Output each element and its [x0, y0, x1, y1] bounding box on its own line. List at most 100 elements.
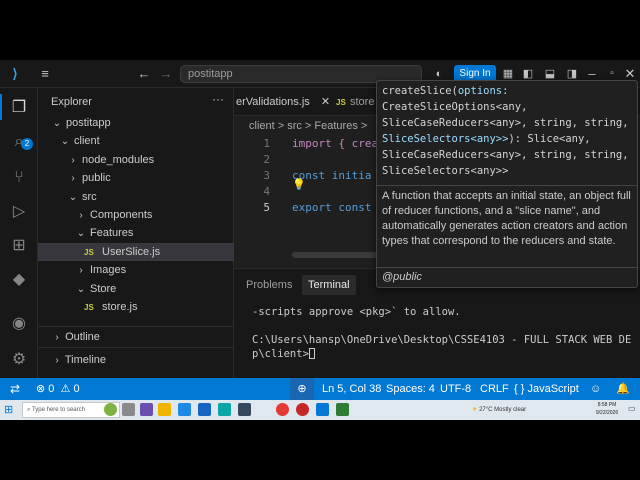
indentation[interactable]: Spaces: 4	[386, 378, 435, 400]
extensions-icon[interactable]: ⊞	[7, 234, 31, 258]
tab-store[interactable]: JS store	[336, 88, 374, 116]
vscode-logo-icon: ⟩	[12, 66, 18, 81]
file-item[interactable]: JS store.js	[38, 298, 234, 316]
weather-widget[interactable]: ☀ 27°C Mostly clear	[472, 402, 526, 418]
taskview-icon[interactable]	[104, 403, 117, 416]
app-icon[interactable]	[218, 403, 231, 416]
terminal-prompt[interactable]: p\client>	[252, 347, 315, 361]
forward-arrow-icon[interactable]: →	[158, 60, 174, 88]
tree-item-label: UserSlice.js	[102, 245, 161, 258]
chevron-right-icon: ›	[79, 265, 83, 277]
active-indicator	[0, 94, 2, 120]
app-icon[interactable]	[178, 403, 191, 416]
divider	[377, 185, 637, 186]
copilot-status-icon[interactable]: ☺	[590, 378, 601, 400]
tree-item-label: Components	[90, 209, 153, 221]
app-icon[interactable]	[336, 403, 349, 416]
tree-item-label: postitapp	[66, 117, 111, 129]
status-bar: ⇄ ⊗ 0 ⚠ 0 ⊕ Ln 5, Col 38 Spaces: 4 UTF-8…	[0, 378, 640, 400]
folder-item[interactable]: › Components	[38, 206, 234, 224]
warning-icon: ⚠	[60, 383, 71, 395]
notifications-bell-icon[interactable]: 🔔	[616, 378, 630, 400]
file-item[interactable]: JS UserSlice.js	[38, 242, 234, 261]
signature-line: createSlice(options:	[382, 83, 508, 99]
menu-icon[interactable]: ≡	[36, 60, 54, 88]
explorer-sidebar: Explorer ··· ⌄ postitapp ⌄ client › node_modu…	[38, 88, 234, 378]
windows-start-icon[interactable]: ⊞	[4, 404, 16, 416]
python-icon[interactable]: ◆	[7, 268, 31, 292]
language-label: JavaScript	[527, 383, 579, 395]
zoom-icon[interactable]: ⊕	[290, 378, 314, 400]
terminal-line: -scripts approve <pkg>` to allow.	[252, 306, 461, 318]
folder-item[interactable]: › public	[38, 169, 234, 187]
tree-item-label: Images	[90, 264, 127, 277]
app-icon[interactable]	[296, 403, 309, 416]
folder-item[interactable]: ⌄ client	[38, 132, 234, 150]
divider	[38, 326, 234, 327]
tree-item-label: public	[82, 172, 111, 185]
source-control-icon[interactable]: ⑂	[7, 166, 31, 190]
signature-line: SliceCaseReducers<any>, string, string,	[382, 149, 629, 161]
chrome-icon[interactable]	[276, 403, 289, 416]
js-file-icon: JS	[84, 247, 94, 257]
more-actions-icon[interactable]: ···	[212, 92, 224, 106]
tree-item-label: src	[82, 190, 97, 203]
file-explorer-icon[interactable]	[158, 403, 171, 416]
timeline-section[interactable]: › Timeline	[38, 351, 234, 369]
sun-icon: ☀	[472, 407, 478, 413]
chevron-right-icon: ›	[71, 173, 75, 185]
explorer-title: Explorer	[51, 96, 92, 108]
signature-line: CreateSliceOptions<any,	[382, 101, 528, 113]
return-type: ): Slice<any,	[508, 133, 591, 145]
chevron-right-icon: ›	[79, 210, 83, 221]
timeline-label: Timeline	[64, 354, 107, 366]
doc-text: A function that accepts an initial state…	[382, 190, 631, 247]
account-icon[interactable]: ◉	[7, 312, 31, 336]
tab-label: store	[350, 96, 375, 108]
encoding[interactable]: UTF-8	[440, 378, 471, 400]
vscode-taskbar-icon[interactable]	[316, 403, 329, 416]
language-mode[interactable]: { } JavaScript	[514, 378, 579, 400]
signature-line: SliceCaseReducers<any>, string, string,	[382, 117, 629, 129]
activity-bar: ❐ 2 ⌕ ⑂ ▷ ⊞ ◆ ◉ ⚙	[0, 88, 38, 378]
param: options:	[457, 85, 509, 97]
terminal-line: C:\Users\hansp\OneDrive\Desktop\CSSE4103…	[252, 334, 632, 346]
horizontal-scrollbar[interactable]	[292, 252, 382, 258]
folder-item[interactable]: › node_modules	[38, 151, 234, 169]
outline-section[interactable]: › Outline	[38, 328, 234, 346]
settings-gear-icon[interactable]: ⚙	[7, 348, 31, 372]
signature-line: SliceSelectors<any>>	[382, 165, 509, 177]
time-label: 8:58 PM	[597, 402, 617, 408]
folder-item[interactable]: ⌄ src	[38, 188, 234, 206]
folder-item[interactable]: ⌄ Store	[38, 280, 234, 298]
run-debug-icon[interactable]: ▷	[7, 200, 31, 224]
app-icon[interactable]	[140, 403, 153, 416]
close-tab-icon[interactable]: ✕	[321, 96, 330, 108]
tab-terminal[interactable]: Terminal	[302, 275, 356, 295]
steam-icon[interactable]	[238, 403, 251, 416]
tab-problems[interactable]: Problems	[246, 275, 292, 295]
warning-count: 0	[73, 383, 80, 395]
folder-item[interactable]: › Images	[38, 261, 234, 279]
app-icon[interactable]	[198, 403, 211, 416]
folder-item[interactable]: ⌄ postitapp	[38, 114, 234, 132]
folder-item[interactable]: ⌄ Features	[38, 224, 234, 242]
app-icon[interactable]	[122, 403, 135, 416]
search-icon[interactable]: ⌕	[7, 130, 31, 154]
hover-tooltip: createSlice(options: CreateSliceOptions<…	[376, 80, 638, 288]
back-arrow-icon[interactable]: ←	[136, 60, 152, 88]
problems-status[interactable]: ⊗ 0 ⚠ 0	[36, 378, 80, 400]
lightbulb-icon[interactable]: 💡	[292, 178, 306, 191]
explorer-icon[interactable]: ❐	[7, 96, 31, 120]
notification-icon[interactable]: ▭	[628, 404, 636, 413]
remote-icon[interactable]: ⇄	[10, 378, 20, 400]
search-label: Type here to search	[31, 407, 85, 413]
chevron-down-icon: ⌄	[76, 228, 86, 240]
line-ending[interactable]: CRLF	[480, 378, 509, 400]
line-number: 1	[263, 137, 270, 150]
clock[interactable]: 8:58 PM 9/22/2026	[594, 401, 620, 417]
tab-label: erValidations.js	[236, 96, 310, 108]
cursor-position[interactable]: Ln 5, Col 38	[322, 378, 381, 400]
tab-validations[interactable]: erValidations.js ✕	[236, 88, 330, 116]
chevron-right-icon: ›	[55, 355, 59, 366]
